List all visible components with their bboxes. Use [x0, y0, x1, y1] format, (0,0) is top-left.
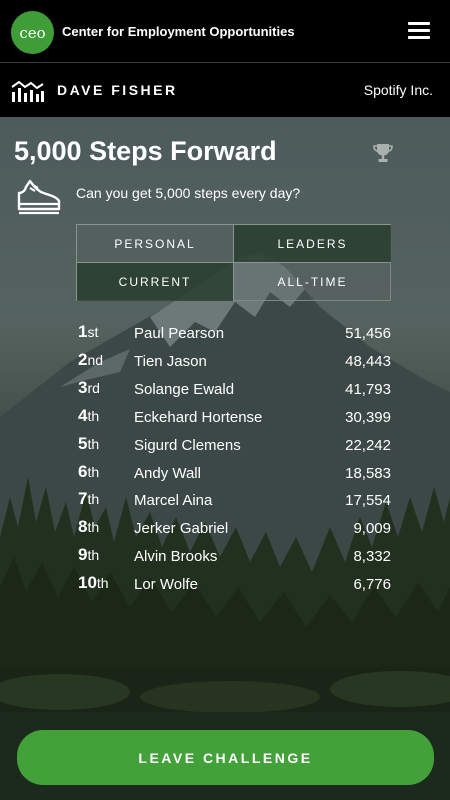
ceo-logo[interactable]: ceo: [11, 11, 54, 54]
rank: 3rd: [78, 378, 100, 397]
leave-challenge-button[interactable]: LEAVE CHALLENGE: [17, 730, 434, 785]
participant-name: Jerker Gabriel: [134, 520, 229, 537]
participant-name: Solange Ewald: [134, 381, 235, 398]
top-app-bar: ceo Center for Employment Opportunities: [0, 0, 450, 62]
participant-name: Alvin Brooks: [134, 548, 218, 565]
step-count: 9,009: [353, 520, 391, 537]
tab-personal[interactable]: PERSONAL: [77, 225, 234, 263]
logo-text: ceo: [19, 23, 46, 42]
step-count: 22,242: [345, 437, 391, 454]
trophy-icon[interactable]: [372, 142, 394, 164]
user-name: DAVE FISHER: [57, 82, 178, 98]
rank: 2nd: [78, 350, 104, 369]
rank: 4th: [78, 406, 100, 425]
list-item[interactable]: 7th Marcel Aina 17,554: [78, 486, 391, 512]
list-item[interactable]: 2nd Tien Jason 48,443: [78, 347, 391, 373]
tab-leaders[interactable]: LEADERS: [234, 225, 391, 263]
rank: 1st: [78, 322, 99, 341]
challenge-subtitle: Can you get 5,000 steps every day?: [76, 185, 301, 201]
participant-name: Lor Wolfe: [134, 576, 198, 593]
step-count: 8,332: [353, 548, 391, 565]
step-count: 17,554: [345, 492, 391, 509]
rank: 7th: [78, 489, 100, 508]
list-item[interactable]: 4th Eckehard Hortense 30,399: [78, 403, 391, 429]
rank: 8th: [78, 517, 100, 536]
rank: 6th: [78, 462, 100, 481]
step-count: 48,443: [345, 353, 391, 370]
list-item[interactable]: 1st Paul Pearson 51,456: [78, 319, 391, 345]
rank: 9th: [78, 545, 100, 564]
org-name: Center for Employment Opportunities: [62, 24, 295, 39]
participant-name: Eckehard Hortense: [134, 409, 263, 426]
rank: 10th: [78, 573, 109, 592]
list-item[interactable]: 8th Jerker Gabriel 9,009: [78, 514, 391, 540]
step-count: 6,776: [353, 576, 391, 593]
participant-name: Andy Wall: [134, 465, 201, 482]
participant-name: Paul Pearson: [134, 325, 225, 342]
tab-current[interactable]: CURRENT: [77, 263, 234, 301]
hamburger-menu-icon[interactable]: [408, 22, 430, 40]
list-item[interactable]: 9th Alvin Brooks 8,332: [78, 542, 391, 568]
sneaker-icon: [17, 179, 61, 215]
leaderboard-tabs: PERSONAL LEADERS CURRENT ALL-TIME: [76, 224, 391, 301]
tab-all-time[interactable]: ALL-TIME: [234, 263, 391, 301]
participant-name: Marcel Aina: [134, 492, 213, 509]
company-name: Spotify Inc.: [363, 82, 433, 98]
participant-name: Tien Jason: [134, 353, 207, 370]
step-count: 30,399: [345, 409, 391, 426]
step-count: 51,456: [345, 325, 391, 342]
user-bar: DAVE FISHER Spotify Inc.: [0, 62, 450, 117]
list-item[interactable]: 6th Andy Wall 18,583: [78, 459, 391, 485]
step-count: 41,793: [345, 381, 391, 398]
list-item[interactable]: 10th Lor Wolfe 6,776: [78, 570, 391, 596]
rank: 5th: [78, 434, 100, 453]
challenge-title: 5,000 Steps Forward: [14, 136, 277, 166]
list-item[interactable]: 5th Sigurd Clemens 22,242: [78, 431, 391, 457]
list-item[interactable]: 3rd Solange Ewald 41,793: [78, 375, 391, 401]
step-count: 18,583: [345, 465, 391, 482]
bar-chart-icon[interactable]: [11, 79, 44, 103]
participant-name: Sigurd Clemens: [134, 437, 241, 454]
